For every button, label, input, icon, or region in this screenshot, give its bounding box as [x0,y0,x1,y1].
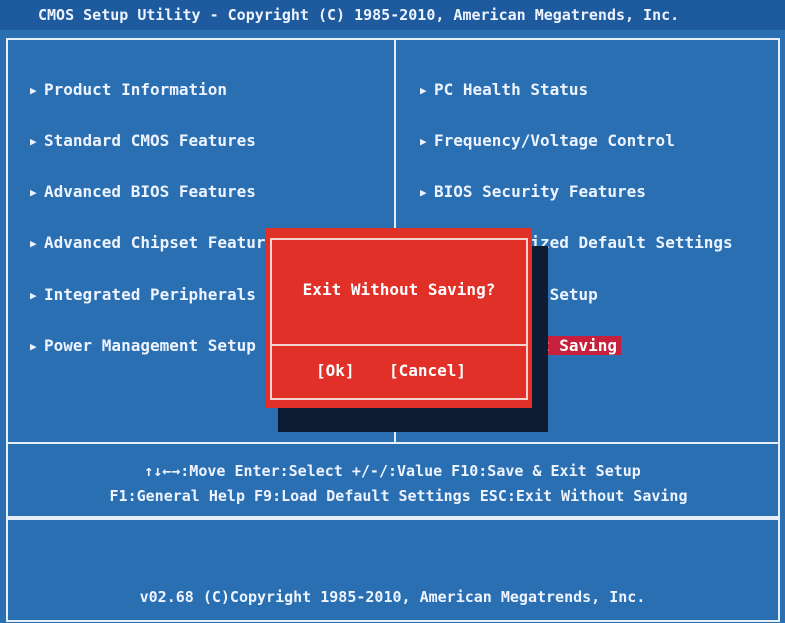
menu-item-label: Standard CMOS Features [44,131,256,150]
arrow-right-icon: ▶ [420,84,427,97]
menu-item-advanced-chipset-features[interactable]: ▶ Advanced Chipset Features [30,232,285,255]
arrow-right-icon: ▶ [420,135,427,148]
menu-item-label: Power Management Setup [44,336,256,355]
version-line: v02.68 (C)Copyright 1985-2010, American … [139,588,646,606]
arrow-right-icon: ▶ [30,289,37,302]
dialog-message: Exit Without Saving? [302,280,496,299]
menu-item-product-information[interactable]: ▶ Product Information [30,79,227,102]
menu-item-integrated-peripherals[interactable]: ▶ Integrated Peripherals [30,284,256,307]
menu-item-label: Advanced Chipset Features [44,233,285,252]
menu-item-advanced-bios-features[interactable]: ▶ Advanced BIOS Features [30,181,256,204]
arrow-right-icon: ▶ [30,237,37,250]
menu-item-label: BIOS Security Features [434,182,646,201]
help-line-navigation: ↑↓←→:Move Enter:Select +/-/:Value F10:Sa… [144,462,641,480]
exit-confirm-dialog: Exit Without Saving? [Ok] [Cancel] [266,228,532,408]
bios-screen: CMOS Setup Utility - Copyright (C) 1985-… [0,0,785,623]
menu-item-bios-security-features[interactable]: ▶ BIOS Security Features [420,181,646,204]
menu-item-label: Frequency/Voltage Control [434,131,675,150]
arrow-right-icon: ▶ [420,186,427,199]
arrow-right-icon: ▶ [30,340,37,353]
menu-item-power-management-setup[interactable]: ▶ Power Management Setup [30,335,256,358]
menu-item-frequency-voltage-control[interactable]: ▶ Frequency/Voltage Control [420,130,675,153]
help-line-function-keys: F1:General Help F9:Load Default Settings… [109,487,688,505]
menu-item-label: Integrated Peripherals [44,285,256,304]
menu-item-pc-health-status[interactable]: ▶ PC Health Status [420,79,588,102]
menu-item-label: Product Information [44,80,228,99]
dialog-separator [272,344,526,346]
help-frame [6,444,780,518]
ok-button[interactable]: [Ok] [316,361,355,380]
cancel-button[interactable]: [Cancel] [389,361,466,380]
menu-item-standard-cmos-features[interactable]: ▶ Standard CMOS Features [30,130,256,153]
title-bar: CMOS Setup Utility - Copyright (C) 1985-… [0,0,785,30]
menu-item-label: Advanced BIOS Features [44,182,256,201]
dialog-border: Exit Without Saving? [Ok] [Cancel] [270,238,528,400]
arrow-right-icon: ▶ [30,84,37,97]
arrow-right-icon: ▶ [30,186,37,199]
menu-item-label: PC Health Status [434,80,589,99]
version-frame [6,518,780,622]
arrow-right-icon: ▶ [30,135,37,148]
